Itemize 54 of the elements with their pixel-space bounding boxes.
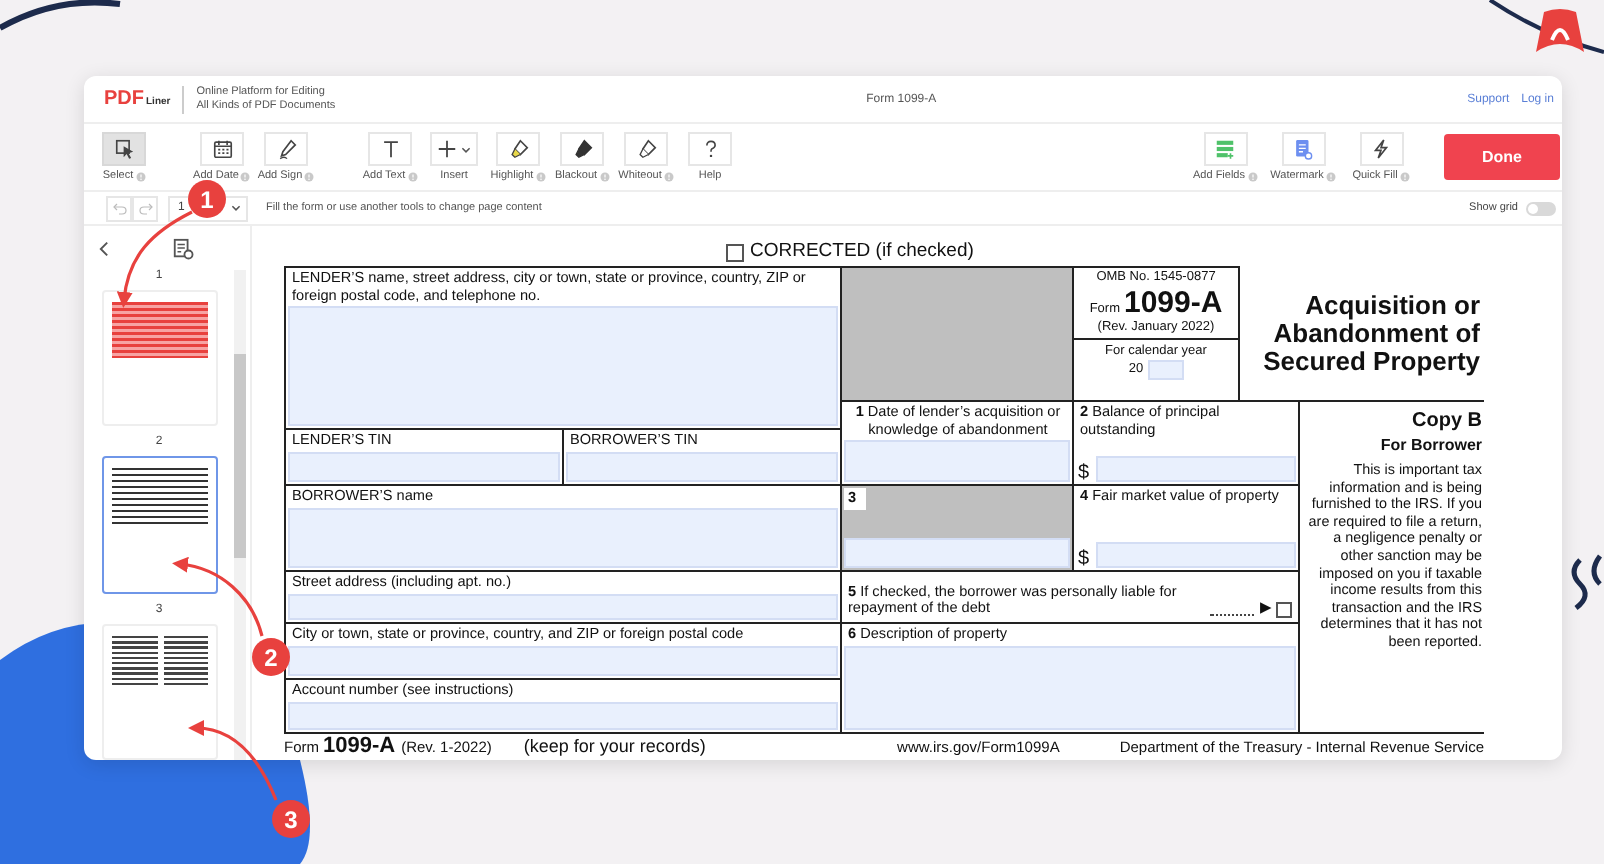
cursor-icon — [113, 138, 135, 160]
currency-sign: $ — [1078, 548, 1090, 570]
form-number: 1099-A — [323, 734, 396, 758]
document-icon — [1292, 138, 1314, 160]
page-settings-icon — [172, 238, 194, 261]
curved-arrow — [172, 557, 264, 637]
curve-decoration — [1488, 0, 1604, 54]
input-field[interactable] — [844, 538, 1070, 568]
input-field[interactable] — [1095, 542, 1296, 568]
text-icon — [379, 138, 401, 160]
footer-text: (keep for your records) — [523, 734, 706, 758]
scrollbar[interactable] — [234, 270, 246, 760]
checkbox[interactable] — [1276, 601, 1292, 618]
pen-icon — [275, 138, 297, 160]
eraser-icon — [635, 138, 657, 160]
page-thumbnail[interactable] — [101, 456, 217, 594]
currency-sign: $ — [1078, 462, 1090, 484]
squiggle-decoration — [1571, 553, 1603, 611]
redo-icon — [137, 200, 153, 216]
curved-arrow — [117, 210, 193, 308]
input-field[interactable] — [288, 701, 838, 730]
marker-icon — [507, 138, 529, 160]
list-icon — [1214, 138, 1236, 160]
input-field[interactable] — [566, 451, 838, 482]
input-field[interactable] — [288, 306, 838, 426]
logo-icon — [1536, 9, 1584, 52]
input-field[interactable] — [288, 593, 838, 620]
copy-title: Copy B — [1410, 410, 1482, 434]
page-drawing — [111, 302, 207, 359]
grid-toggle[interactable] — [1526, 201, 1556, 215]
marker-icon — [571, 138, 593, 160]
copy-subtitle: For Borrower — [1378, 434, 1482, 456]
input-field[interactable] — [1095, 456, 1296, 482]
input-field[interactable] — [844, 440, 1070, 482]
calendar-icon — [211, 138, 233, 160]
undo-icon — [111, 200, 127, 216]
input-field[interactable] — [844, 645, 1296, 730]
input-field[interactable] — [1147, 359, 1184, 379]
input-field[interactable] — [288, 451, 560, 482]
form-title: Acquisition or Abandonment of Secured Property — [1261, 291, 1480, 375]
caret-icon — [230, 202, 242, 214]
curved-arrow — [188, 720, 278, 801]
curve-decoration — [0, 0, 121, 31]
logo-text: PDF — [104, 88, 144, 110]
input-field[interactable] — [288, 645, 838, 676]
form-number: 1099-A — [1123, 285, 1223, 319]
caret-icon — [460, 143, 472, 155]
done-button[interactable]: Done — [1444, 134, 1560, 180]
lightning-icon — [1370, 138, 1392, 160]
checkbox-label: CORRECTED (if checked) — [750, 243, 974, 261]
checkbox[interactable] — [726, 243, 744, 261]
input-field[interactable] — [288, 507, 838, 568]
back-icon — [96, 240, 112, 259]
plus-icon — [436, 138, 458, 160]
